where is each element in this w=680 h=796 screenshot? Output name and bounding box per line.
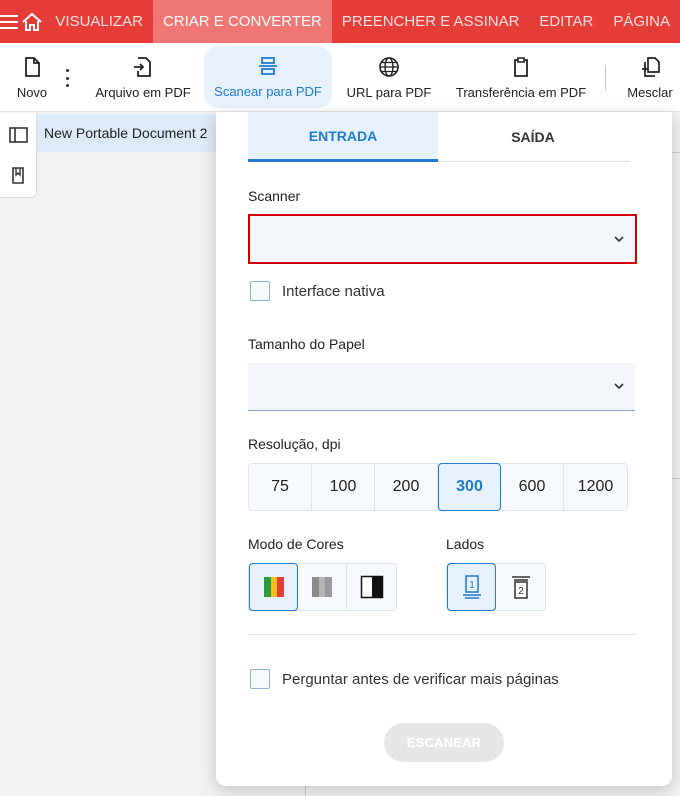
left-sidebar xyxy=(0,113,37,198)
color-mode-selector xyxy=(248,563,397,611)
sides-double[interactable]: 2 xyxy=(496,564,545,610)
background-line xyxy=(672,152,680,153)
svg-text:2: 2 xyxy=(518,586,524,597)
new-document-icon xyxy=(25,56,40,77)
sides-single[interactable]: 1 xyxy=(447,563,496,611)
background-line-lower xyxy=(672,478,680,479)
color-palette-icon xyxy=(263,577,284,597)
color-mode-blackwhite[interactable] xyxy=(347,564,396,610)
hamburger-menu-icon[interactable] xyxy=(0,0,18,43)
resolution-selector: 75 100 200 300 600 1200 xyxy=(248,463,628,511)
nav-tab-criar-e-converter[interactable]: CRIAR E CONVERTER xyxy=(152,0,332,43)
paper-size-select[interactable] xyxy=(248,363,635,411)
scanner-select[interactable] xyxy=(248,214,637,264)
tab-saida[interactable]: SAÍDA xyxy=(438,112,628,162)
color-mode-label: Modo de Cores xyxy=(248,536,344,552)
paper-size-label: Tamanho do Papel xyxy=(248,336,365,352)
color-mode-grayscale[interactable] xyxy=(298,564,347,610)
file-to-pdf-label: Arquivo em PDF xyxy=(95,84,191,100)
document-tab[interactable]: New Portable Document 2 xyxy=(37,114,227,152)
native-interface-label: Interface nativa xyxy=(282,283,385,300)
top-nav: VISUALIZAR CRIAR E CONVERTER PREENCHER E… xyxy=(0,0,680,43)
background-divider xyxy=(305,786,306,796)
black-white-icon xyxy=(360,575,383,599)
home-icon[interactable] xyxy=(18,0,45,43)
new-button[interactable]: Novo xyxy=(14,43,50,112)
native-interface-checkbox[interactable] xyxy=(250,281,270,301)
globe-icon xyxy=(379,56,399,77)
clipboard-to-pdf-label: Transferência em PDF xyxy=(455,84,587,100)
resolution-option-600[interactable]: 600 xyxy=(501,464,564,510)
resolution-option-200[interactable]: 200 xyxy=(375,464,438,510)
double-sided-icon: 2 xyxy=(511,576,530,599)
toolbar: Novo Arquivo em PDF Scanear para PDF URL… xyxy=(0,43,680,112)
url-to-pdf-button[interactable]: URL para PDF xyxy=(344,43,434,112)
ask-more-pages-label: Perguntar antes de verificar mais página… xyxy=(282,671,559,688)
more-options-icon[interactable] xyxy=(62,69,72,87)
nav-tab-pagina[interactable]: PÁGINA xyxy=(603,0,680,43)
panel-toggle-icon[interactable] xyxy=(8,125,28,145)
scan-button[interactable]: ESCANEAR xyxy=(384,723,504,762)
color-mode-color[interactable] xyxy=(249,563,298,611)
chevron-down-icon xyxy=(614,383,624,390)
clipboard-icon xyxy=(514,56,528,77)
single-sided-icon: 1 xyxy=(462,575,481,599)
scanner-label: Scanner xyxy=(248,188,301,204)
nav-tab-visualizar[interactable]: VISUALIZAR xyxy=(45,0,153,43)
tab-entrada[interactable]: ENTRADA xyxy=(248,112,438,162)
new-button-label: Novo xyxy=(16,84,48,100)
url-to-pdf-label: URL para PDF xyxy=(346,84,432,100)
bookmark-icon[interactable] xyxy=(8,165,28,185)
nav-tab-preencher-e-assinar[interactable]: PREENCHER E ASSINAR xyxy=(332,0,530,43)
resolution-option-1200[interactable]: 1200 xyxy=(564,464,627,510)
resolution-option-75[interactable]: 75 xyxy=(249,464,312,510)
file-import-icon xyxy=(134,56,151,77)
chevron-down-icon xyxy=(614,236,624,243)
ask-more-pages-checkbox[interactable] xyxy=(250,669,270,689)
clipboard-to-pdf-button[interactable]: Transferência em PDF xyxy=(452,43,590,112)
section-divider xyxy=(248,634,635,635)
sides-selector: 1 2 xyxy=(446,563,546,611)
nav-tab-editar[interactable]: EDITAR xyxy=(529,0,603,43)
toolbar-divider xyxy=(605,65,606,91)
svg-text:1: 1 xyxy=(469,580,475,591)
merge-label: Mesclar xyxy=(627,84,673,100)
scan-to-pdf-button[interactable]: Scanear para PDF xyxy=(204,46,332,108)
resolution-label: Resolução, dpi xyxy=(248,436,341,452)
merge-files-icon xyxy=(642,56,660,77)
grayscale-icon xyxy=(312,577,332,597)
scan-panel: ENTRADA SAÍDA Scanner Interface nativa T… xyxy=(216,112,672,786)
scanner-icon xyxy=(259,57,277,75)
resolution-option-300[interactable]: 300 xyxy=(438,463,501,511)
merge-button[interactable]: Mesclar xyxy=(624,43,676,112)
resolution-option-100[interactable]: 100 xyxy=(312,464,375,510)
file-to-pdf-button[interactable]: Arquivo em PDF xyxy=(92,43,194,112)
scan-to-pdf-label: Scanear para PDF xyxy=(214,84,322,99)
panel-tabs: ENTRADA SAÍDA xyxy=(248,112,630,162)
sides-label: Lados xyxy=(446,536,485,552)
